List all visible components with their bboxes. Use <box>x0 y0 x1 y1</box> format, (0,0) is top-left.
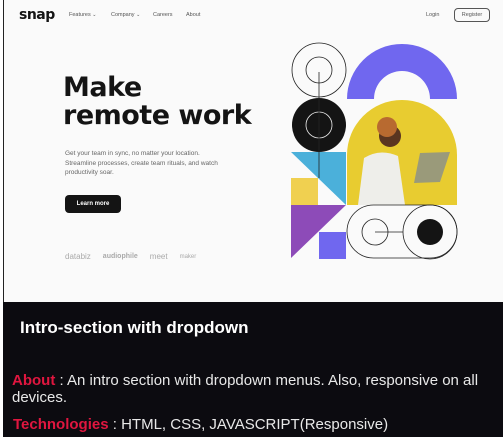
technologies-list: : HTML, CSS, JAVASCRIPT(Responsive) <box>108 416 389 433</box>
about-text: About : An intro section with dropdown m… <box>12 372 497 406</box>
technologies-label: Technologies <box>13 416 109 433</box>
purple-arch <box>347 44 457 99</box>
purple-square <box>319 232 346 259</box>
yellow-square <box>291 178 318 205</box>
project-info-panel: Intro-section with dropdown About : An i… <box>3 302 503 437</box>
technologies-text: Technologies : HTML, CSS, JAVASCRIPT(Res… <box>13 416 388 433</box>
project-title: Intro-section with dropdown <box>20 318 249 337</box>
about-label: About <box>12 372 56 389</box>
hero-illustration <box>291 42 458 260</box>
about-description: : An intro section with dropdown menus. … <box>12 372 479 406</box>
